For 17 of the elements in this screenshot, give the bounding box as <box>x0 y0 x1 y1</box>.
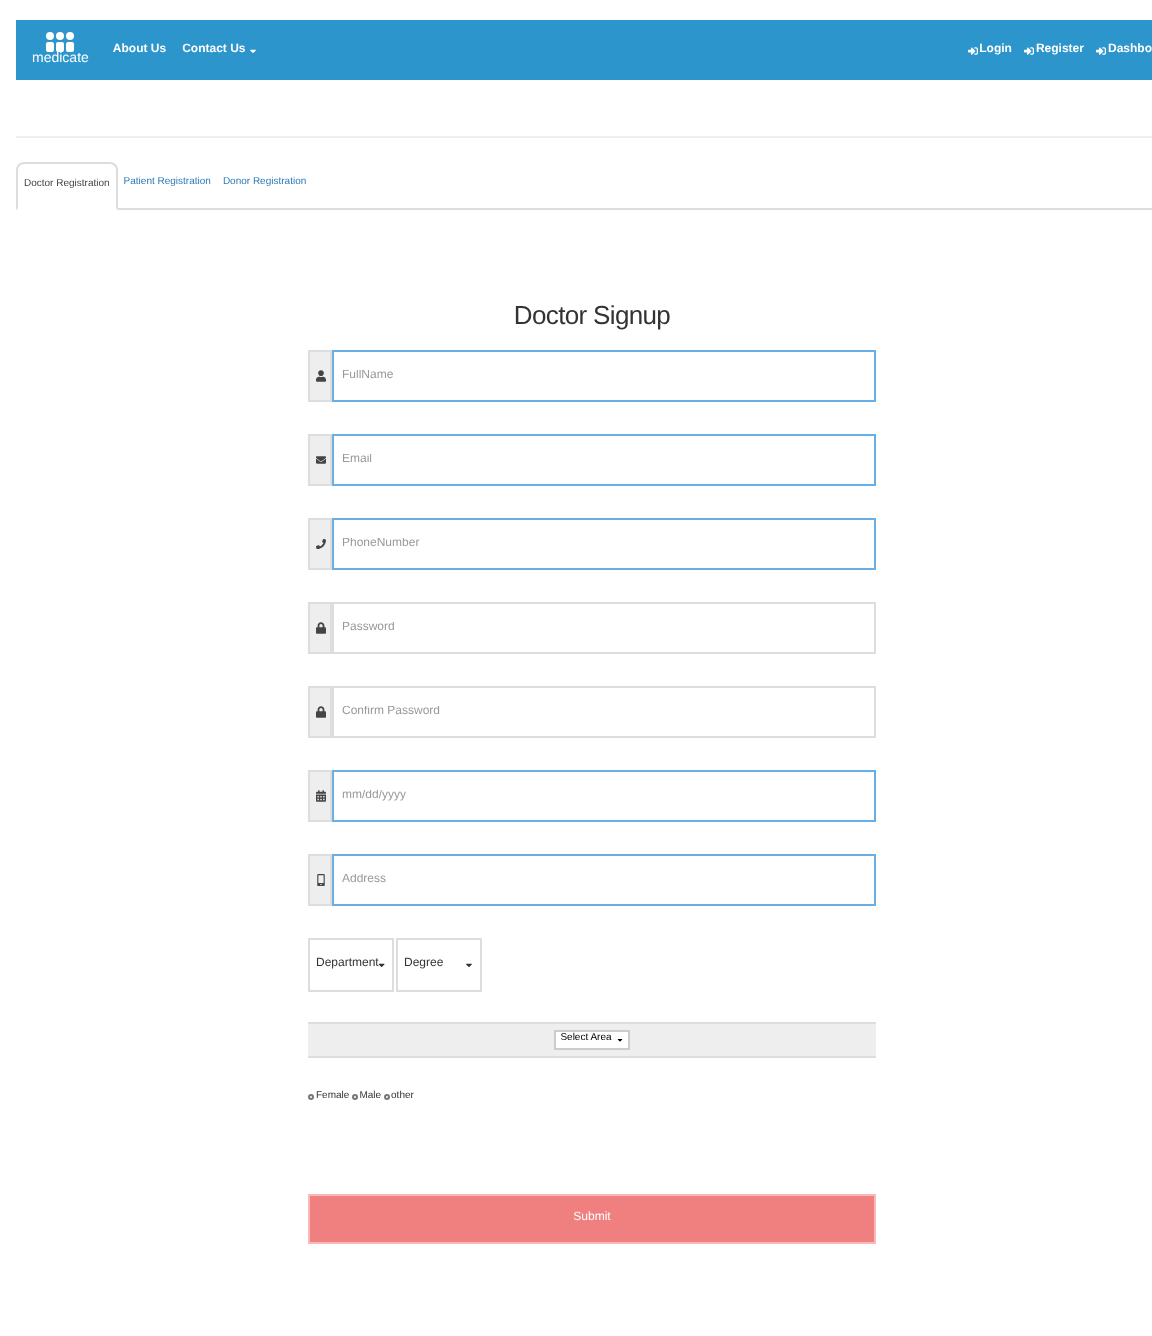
sign-in-icon <box>967 45 978 55</box>
radio-button[interactable] <box>308 1094 314 1101</box>
envelope-icon <box>315 454 325 466</box>
user-icon <box>315 370 325 382</box>
phone-icon <box>315 538 325 550</box>
people-logo-icon <box>42 32 79 52</box>
sign-in-icon <box>1095 45 1106 55</box>
form-title: Doctor Signup <box>511 300 673 332</box>
radio-button[interactable] <box>351 1094 358 1101</box>
lock-icon <box>315 706 325 718</box>
sign-in-icon <box>1023 45 1034 55</box>
mobile-phone-icon <box>315 874 325 886</box>
calendar-icon <box>315 790 325 802</box>
caret-icon <box>615 1036 624 1044</box>
caret-icon <box>464 960 474 970</box>
lock-icon <box>315 622 325 634</box>
radio-button[interactable] <box>383 1094 390 1101</box>
